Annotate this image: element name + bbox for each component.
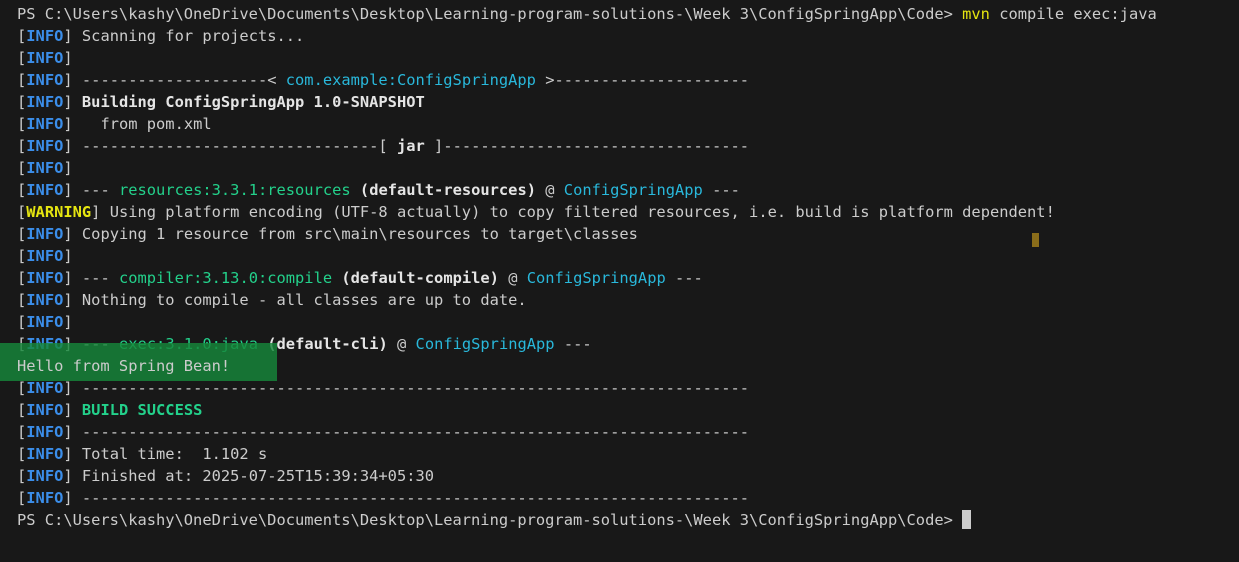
log-text: --- — [72, 335, 119, 353]
execution-id: (default-cli) — [267, 335, 388, 353]
terminal-line: [INFO] ---------------------------------… — [17, 423, 750, 441]
info-tag: INFO — [26, 467, 64, 485]
terminal-line: [INFO] --- exec:3.1.0:java (default-cli)… — [17, 335, 592, 353]
terminal-line: [INFO] Building ConfigSpringApp 1.0-SNAP… — [17, 93, 425, 111]
separator: ----------------------------------------… — [72, 379, 750, 397]
info-tag: INFO — [26, 93, 64, 111]
log-text: Using platform encoding (UTF-8 actually)… — [100, 203, 1055, 221]
plugin-goal: exec:3.1.0:java — [118, 335, 258, 353]
terminal-line: [INFO] --------------------------------[… — [17, 137, 750, 155]
build-heading: Building ConfigSpringApp 1.0-SNAPSHOT — [81, 93, 425, 111]
info-tag: INFO — [26, 489, 64, 507]
info-tag: INFO — [26, 159, 64, 177]
log-text: @ — [498, 269, 527, 287]
terminal-line: [INFO] — [17, 247, 73, 265]
packaging: jar — [396, 137, 425, 155]
project-name: ConfigSpringApp — [526, 269, 666, 287]
terminal-line: [INFO] --------------------< com.example… — [17, 71, 750, 89]
build-success: BUILD SUCCESS — [81, 401, 203, 419]
info-tag: INFO — [26, 445, 64, 463]
log-text: @ — [387, 335, 416, 353]
info-tag: INFO — [26, 49, 64, 67]
log-text: --- — [665, 269, 703, 287]
log-text: ]--------------------------------- — [424, 137, 750, 155]
log-text: >--------------------- — [535, 71, 750, 89]
info-tag: INFO — [26, 115, 64, 133]
log-text: --------------------< — [72, 71, 286, 89]
terminal-line: [INFO] --- compiler:3.13.0:compile (defa… — [17, 269, 703, 287]
project-name: ConfigSpringApp — [415, 335, 555, 353]
separator: ----------------------------------------… — [72, 423, 750, 441]
finished-at: Finished at: 2025-07-25T15:39:34+05:30 — [72, 467, 435, 485]
terminal-line-command: PS C:\Users\kashy\OneDrive\Documents\Des… — [0, 3, 1239, 25]
log-text: from pom.xml — [72, 115, 212, 133]
command-program: mvn — [962, 5, 990, 23]
terminal-line-prompt[interactable]: PS C:\Users\kashy\OneDrive\Documents\Des… — [0, 509, 1239, 531]
terminal-line: [INFO] Copying 1 resource from src\main\… — [17, 225, 638, 243]
terminal[interactable]: PS C:\Users\kashy\OneDrive\Documents\Des… — [0, 0, 1239, 562]
terminal-line: [INFO] --- resources:3.3.1:resources (de… — [17, 181, 740, 199]
execution-id: (default-resources) — [359, 181, 536, 199]
info-tag: INFO — [26, 225, 64, 243]
terminal-line: [INFO] ---------------------------------… — [17, 489, 750, 507]
plugin-goal: resources:3.3.1:resources — [118, 181, 351, 199]
total-time: Total time: 1.102 s — [72, 445, 268, 463]
log-text: @ — [535, 181, 564, 199]
info-tag: INFO — [26, 401, 64, 419]
terminal-line: [INFO] BUILD SUCCESS — [17, 401, 203, 419]
terminal-line: [INFO] — [17, 49, 73, 67]
terminal-line: [INFO] Total time: 1.102 s — [17, 445, 268, 463]
project-name: ConfigSpringApp — [563, 181, 703, 199]
log-text: --- — [702, 181, 740, 199]
log-text: Nothing to compile - all classes are up … — [72, 291, 527, 309]
info-tag: INFO — [26, 379, 64, 397]
program-output: Hello from Spring Bean! — [17, 357, 231, 375]
log-text: --------------------------------[ — [72, 137, 397, 155]
info-tag: INFO — [26, 313, 64, 331]
info-tag: INFO — [26, 291, 64, 309]
shell-prompt: PS C:\Users\kashy\OneDrive\Documents\Des… — [17, 5, 963, 23]
terminal-line: [INFO] from pom.xml — [17, 115, 212, 133]
plugin-goal: compiler:3.13.0:compile — [118, 269, 333, 287]
command-args: compile exec:java — [989, 5, 1157, 23]
separator: ----------------------------------------… — [72, 489, 750, 507]
log-text: Scanning for projects... — [72, 27, 305, 45]
terminal-line: [INFO] Finished at: 2025-07-25T15:39:34+… — [17, 467, 435, 485]
info-tag: INFO — [26, 71, 64, 89]
shell-prompt: PS C:\Users\kashy\OneDrive\Documents\Des… — [17, 511, 963, 529]
log-text: Copying 1 resource from src\main\resourc… — [72, 225, 638, 243]
text-cursor — [962, 510, 972, 529]
scroll-marker — [1032, 233, 1039, 247]
terminal-line: [INFO] — [17, 313, 73, 331]
log-text: --- — [72, 181, 119, 199]
info-tag: INFO — [26, 247, 64, 265]
warning-tag: WARNING — [26, 203, 92, 221]
log-text: --- — [554, 335, 592, 353]
terminal-line: [INFO] Nothing to compile - all classes … — [17, 291, 527, 309]
terminal-line: [INFO] Scanning for projects... — [17, 27, 305, 45]
info-tag: INFO — [26, 137, 64, 155]
terminal-line: [INFO] ---------------------------------… — [17, 379, 750, 397]
terminal-line: [INFO] — [17, 159, 73, 177]
info-tag: INFO — [26, 423, 64, 441]
info-tag: INFO — [26, 181, 64, 199]
log-text: --- — [72, 269, 119, 287]
artifact-id: com.example:ConfigSpringApp — [285, 71, 536, 89]
info-tag: INFO — [26, 269, 64, 287]
info-tag: INFO — [26, 335, 64, 353]
terminal-line-warning: [WARNING] Using platform encoding (UTF-8… — [17, 203, 1055, 221]
execution-id: (default-compile) — [341, 269, 499, 287]
info-tag: INFO — [26, 27, 64, 45]
